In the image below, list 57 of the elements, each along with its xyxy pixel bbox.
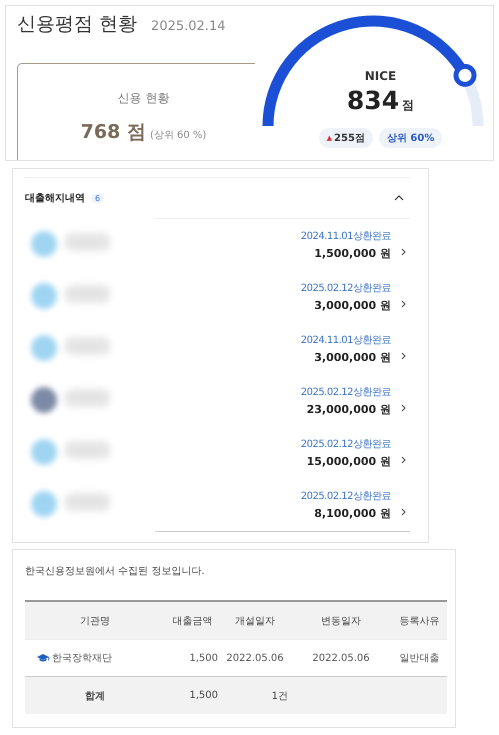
table-cell-text: 한국장학재단 — [52, 652, 112, 665]
rank-text: (상위 60 %) — [150, 129, 206, 142]
table-cell-text: 합계 — [84, 690, 106, 702]
loan-item[interactable]: 2025.02.12상환완료 3,000,000 원 — [155, 271, 410, 323]
chevron-icon — [401, 300, 406, 308]
blurred-logo-icon — [31, 439, 57, 465]
loan-item[interactable]: 2025.02.12상환완료 23,000,000 원 — [155, 375, 410, 427]
chevron-icon — [401, 352, 406, 360]
blurred-logo-icon — [31, 491, 57, 517]
status-text: 2024.11.01상환완료 — [300, 230, 391, 243]
status-text: 2024.11.01상환완료 — [300, 334, 391, 347]
amount-text: 8,100,000 원 — [314, 506, 391, 521]
status-text: 2025.02.12상환완료 — [300, 282, 391, 295]
section-title: 대출해지내역 — [25, 192, 85, 205]
chevron-icon — [401, 404, 406, 412]
status-text: 2025.02.12상환완료 — [300, 386, 391, 399]
amount-text: 23,000,000 원 — [306, 402, 391, 417]
amount-text: 3,000,000 원 — [314, 298, 391, 313]
status-text: 2025.02.12상환완료 — [300, 490, 391, 503]
amount-text: 15,000,000 원 — [306, 454, 391, 469]
card-label: 신용 현황 — [118, 90, 170, 107]
date-text: 2025.02.14 — [151, 19, 226, 34]
table-cell-text: 일반대출 — [398, 652, 440, 665]
amount-text: 3,000,000 원 — [314, 350, 391, 365]
column-header: 개설일자 — [234, 614, 276, 628]
score-value: 834 — [346, 86, 400, 115]
score-unit: 점 — [402, 97, 414, 114]
column-header: 대출금액 — [172, 614, 214, 628]
panel-title: 신용평점 현황 — [17, 12, 138, 37]
column-header: 변동일자 — [320, 614, 362, 628]
caret-icon[interactable] — [394, 195, 404, 201]
loan-item[interactable]: 2025.02.12상환완료 8,100,000 원 — [155, 479, 410, 531]
table-cell-text: 2022.05.06 — [225, 652, 285, 664]
blurred-logo-icon — [31, 283, 57, 309]
blurred-logo-icon — [31, 335, 57, 361]
chevron-icon — [401, 508, 406, 516]
blurred-logo-icon — [31, 231, 57, 257]
count-badge: 6 — [91, 194, 104, 202]
table-cell-text: 2022.05.06 — [311, 652, 371, 664]
blurred-logo-icon — [31, 387, 57, 413]
source-note: 한국신용정보원에서 수집된 정보입니다. — [25, 565, 206, 578]
score-text: 768 점 — [80, 120, 146, 145]
graduation-cap-icon — [37, 654, 50, 662]
loan-item[interactable]: 2024.11.01상환완료 1,500,000 원 — [155, 219, 410, 271]
provider-label: NICE — [364, 69, 396, 83]
status-text: 2025.02.12상환완료 — [300, 438, 391, 451]
chevron-icon — [401, 456, 406, 464]
table-cell-text: 1,500 — [188, 690, 219, 701]
column-header: 기관명 — [79, 614, 111, 628]
column-header: 등록사유 — [398, 614, 440, 628]
amount-text: 1,500,000 원 — [314, 246, 391, 261]
rank-badge: 상위 60% — [378, 128, 442, 148]
chevron-icon — [401, 248, 406, 256]
loan-item[interactable]: 2025.02.12상환완료 15,000,000 원 — [155, 427, 410, 479]
table-cell-text: 1,500 — [188, 652, 219, 664]
table-cell-text: 1건 — [270, 690, 289, 702]
loan-item[interactable]: 2024.11.01상환완료 3,000,000 원 — [155, 323, 410, 375]
